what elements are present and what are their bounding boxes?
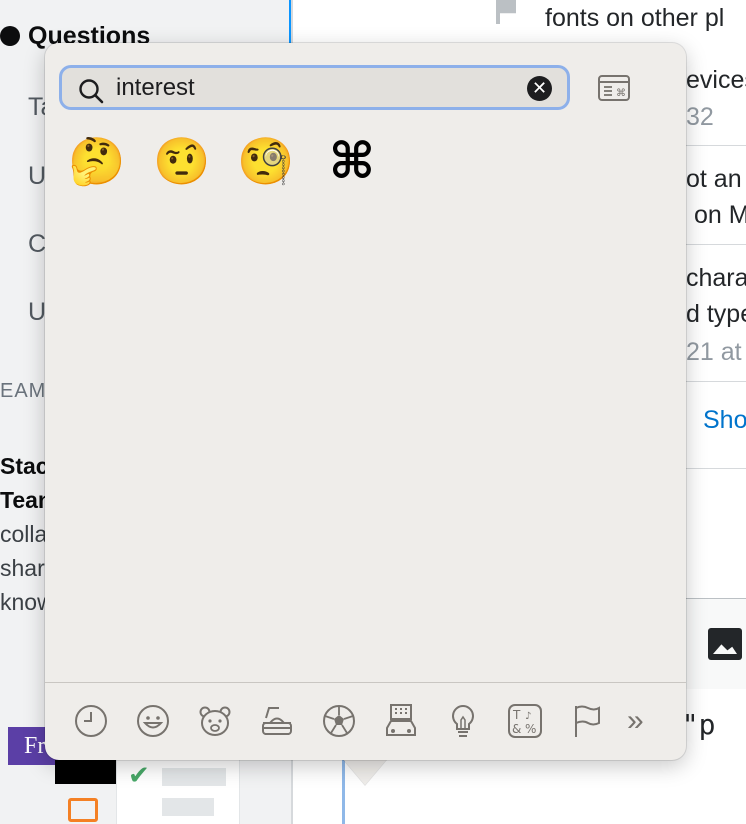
- row-divider: [686, 244, 746, 245]
- objects-icon[interactable]: [444, 702, 482, 740]
- travel-places-icon[interactable]: [382, 702, 420, 740]
- smileys-icon[interactable]: [134, 702, 172, 740]
- emoji-face-with-monocle[interactable]: 🧐: [236, 131, 296, 191]
- sidebar-item-companies[interactable]: C: [28, 230, 46, 259]
- teams-section-header: EAM: [0, 380, 47, 402]
- clear-search-icon[interactable]: ✕: [527, 76, 552, 101]
- flags-icon[interactable]: [568, 702, 606, 740]
- question-title-line[interactable]: on M: [694, 201, 746, 230]
- teams-promo-title: Stac: [0, 453, 49, 479]
- symbols-icon[interactable]: T ♪ &%: [506, 702, 544, 740]
- globe-icon: [0, 26, 20, 46]
- question-title-line[interactable]: evices: [686, 66, 746, 95]
- category-bar: T ♪ &% »: [45, 683, 686, 760]
- activity-icon[interactable]: [320, 702, 358, 740]
- show-more-link[interactable]: Sho: [703, 406, 746, 435]
- question-title-line[interactable]: d type: [686, 300, 746, 329]
- teams-promo-text-2: shar: [0, 555, 45, 581]
- sidebar-item-users[interactable]: U: [28, 162, 46, 191]
- sidebar-item-unanswered[interactable]: U: [28, 298, 46, 327]
- emoji-picker-panel: ✕ ⌘ 🤔 🤨 🧐 ⌘: [45, 43, 686, 760]
- animals-nature-icon[interactable]: [196, 702, 234, 740]
- character-viewer-icon[interactable]: ⌘: [598, 75, 630, 101]
- row-divider: [686, 381, 746, 382]
- chat-bubble-icon: [68, 798, 98, 822]
- teams-promo-text: colla: [0, 521, 48, 547]
- row-divider: [686, 468, 746, 469]
- row-divider: [686, 145, 746, 146]
- search-input[interactable]: [116, 68, 506, 107]
- svg-text:&: &: [512, 722, 521, 736]
- svg-text:⌘: ⌘: [616, 88, 626, 99]
- more-categories-icon[interactable]: »: [627, 705, 644, 737]
- question-title-line[interactable]: fonts on other pl: [545, 4, 724, 33]
- emoji-face-with-raised-eyebrow[interactable]: 🤨: [152, 131, 212, 191]
- svg-text:%: %: [525, 722, 536, 736]
- checkmark-icon: ✔: [128, 760, 150, 790]
- flag-icon[interactable]: [496, 0, 516, 24]
- svg-text:T: T: [512, 708, 521, 722]
- popover-arrow: [343, 759, 387, 785]
- emoji-thinking-face[interactable]: 🤔: [67, 131, 127, 191]
- frequently-used-icon[interactable]: [72, 702, 110, 740]
- food-drink-icon[interactable]: [258, 702, 296, 740]
- search-icon: [79, 79, 104, 104]
- placeholder-bar: [162, 768, 226, 786]
- question-meta: 32: [686, 103, 714, 131]
- question-title-line[interactable]: ot an: [686, 165, 742, 194]
- image-icon[interactable]: [708, 628, 742, 660]
- search-field[interactable]: ✕: [59, 65, 570, 110]
- symbol-place-of-interest[interactable]: ⌘: [322, 131, 382, 191]
- placeholder-bar: [162, 798, 214, 816]
- promo-dark-block: [55, 760, 125, 784]
- svg-text:♪: ♪: [525, 711, 531, 722]
- question-meta: 21 at 2: [686, 338, 746, 366]
- question-title-line[interactable]: chara: [686, 264, 746, 293]
